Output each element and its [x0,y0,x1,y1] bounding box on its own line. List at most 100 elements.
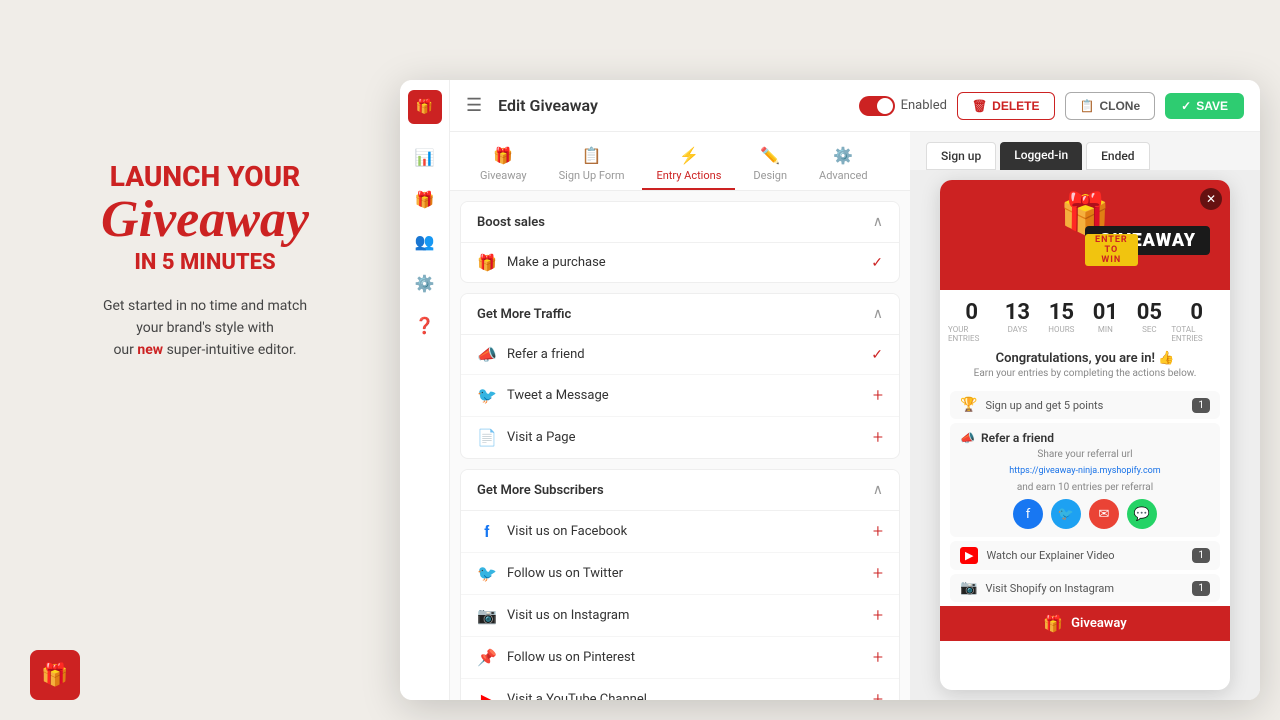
signup-tab-label: Sign up [941,149,981,163]
gift-icon: 🎁 [415,190,435,209]
sidebar-item-settings[interactable]: ⚙️ [408,266,442,300]
youtube-add-icon[interactable]: + [873,689,883,700]
sidebar-item-dashboard[interactable]: 📊 [408,140,442,174]
tweet-message-item[interactable]: 🐦 Tweet a Message + [461,375,899,417]
video-row[interactable]: ▶ Watch our Explainer Video 1 [950,541,1220,570]
tweet-label: Tweet a Message [507,388,863,403]
preview-tab-loggedin[interactable]: Logged-in [1000,142,1082,170]
more-traffic-title: Get More Traffic [477,307,571,322]
visit-instagram-item[interactable]: 📷 Visit us on Instagram + [461,595,899,637]
launch-title: Launch Your [50,160,360,194]
follow-pinterest-item[interactable]: 📌 Follow us on Pinterest + [461,637,899,679]
facebook-add-icon[interactable]: + [873,521,883,542]
refer-section: 📣 Refer a friend Share your referral url… [950,423,1220,537]
twitter-share-button[interactable]: 🐦 [1051,499,1081,529]
entry-tab-icon: ⚡ [679,146,699,165]
preview-tab-ended[interactable]: Ended [1086,142,1149,170]
whatsapp-share-button[interactable]: 💬 [1127,499,1157,529]
tab-entry-actions[interactable]: ⚡ Entry Actions [642,140,735,190]
sidebar-item-help[interactable]: ❓ [408,308,442,342]
toggle-label: Enabled [901,98,947,113]
countdown-sec: 05 SEC [1127,300,1171,343]
tab-advanced[interactable]: ⚙️ Advanced [805,140,881,190]
email-share-button[interactable]: ✉ [1089,499,1119,529]
make-purchase-item[interactable]: 🎁 Make a purchase ✓ [461,243,899,282]
more-subscribers-header[interactable]: Get More Subscribers ∧ [461,470,899,511]
sidebar-item-giveaways[interactable]: 🎁 [408,182,442,216]
tab-signup-label: Sign Up Form [559,169,625,182]
instagram-row[interactable]: 📷 Visit Shopify on Instagram 1 [950,574,1220,602]
more-subscribers-title: Get More Subscribers [477,483,604,498]
refer-icon: 📣 [477,345,497,364]
widget-footer[interactable]: 🎁 Giveaway [940,606,1230,641]
widget-close-button[interactable]: ✕ [1200,188,1222,210]
visit-page-add-icon[interactable]: + [873,427,883,448]
sidebar: 🎁 📊 🎁 👥 ⚙️ ❓ [400,80,450,700]
save-button[interactable]: ✓ SAVE [1165,93,1244,119]
tab-design[interactable]: ✏️ Design [739,140,801,190]
refer-desc: Share your referral url [960,449,1210,460]
preview-tab-signup[interactable]: Sign up [926,142,996,170]
users-icon: 👥 [415,232,435,251]
ended-tab-label: Ended [1101,149,1134,163]
giveaway-title: Giveaway [50,194,360,246]
refer-title-icon: 📣 [960,431,975,445]
body-area: 🎁 Giveaway 📋 Sign Up Form ⚡ Entry Action… [450,132,1260,700]
check-icon: ✓ [1181,99,1191,113]
dashboard-icon: 📊 [415,148,435,167]
twitter-icon: 🐦 [477,386,497,405]
tab-signup[interactable]: 📋 Sign Up Form [545,140,639,190]
left-panel: 🎁 Giveaway 📋 Sign Up Form ⚡ Entry Action… [450,132,910,700]
widget-card: ✕ 🎁 GIVEAWAY ENTER TO WIN [940,180,1230,690]
sidebar-item-users[interactable]: 👥 [408,224,442,258]
facebook-icon: 𝐟 [477,522,497,542]
footer-gift-icon: 🎁 [1043,614,1063,633]
signup-action-row[interactable]: 🏆 Sign up and get 5 points 1 [950,391,1220,419]
instagram-add-icon[interactable]: + [873,605,883,626]
preview-tabs: Sign up Logged-in Ended [910,132,1260,170]
page-icon: 📄 [477,428,497,447]
hamburger-icon: ☰ [466,95,482,116]
menu-button[interactable]: ☰ [466,95,482,116]
countdown-days: 13 DAYS [995,300,1039,343]
tab-advanced-label: Advanced [819,169,867,182]
youtube-play-icon: ▶ [960,547,978,564]
purchase-label: Make a purchase [507,255,861,270]
min-label: MIN [1098,325,1113,334]
visit-page-item[interactable]: 📄 Visit a Page + [461,417,899,458]
header: ☰ Edit Giveaway Enabled 🗑 DELETE 📋 CLONe… [450,80,1260,132]
visit-facebook-item[interactable]: 𝐟 Visit us on Facebook + [461,511,899,553]
refer-friend-item[interactable]: 📣 Refer a friend ✓ [461,335,899,375]
total-num: 0 [1190,300,1203,325]
facebook-share-button[interactable]: f [1013,499,1043,529]
congrats-text: Congratulations, you are in! 👍 [940,347,1230,368]
more-traffic-header[interactable]: Get More Traffic ∧ [461,294,899,335]
giveaway-tab-icon: 🎁 [493,146,513,165]
design-tab-icon: ✏️ [760,146,780,165]
delete-button[interactable]: 🗑 DELETE [957,92,1055,120]
countdown-total: 0 Total entries [1171,300,1222,343]
sec-label: SEC [1142,325,1157,334]
banner-enter-text: ENTER TO WIN [1085,234,1138,266]
trophy-icon: 🏆 [960,397,977,413]
visit-youtube-item[interactable]: ▶ Visit a YouTube Channel + [461,679,899,700]
traffic-chevron-icon: ∧ [873,306,883,322]
your-entries-num: 0 [965,300,978,325]
boost-chevron-icon: ∧ [873,214,883,230]
pinterest-add-icon[interactable]: + [873,647,883,668]
tab-giveaway[interactable]: 🎁 Giveaway [466,140,541,190]
copy-icon: 📋 [1080,99,1095,113]
pinterest-icon: 📌 [477,648,497,667]
tabs-bar: 🎁 Giveaway 📋 Sign Up Form ⚡ Entry Action… [450,132,910,191]
tweet-add-icon[interactable]: + [873,385,883,406]
instagram-label: Visit Shopify on Instagram [985,582,1184,595]
facebook-label: Visit us on Facebook [507,524,863,539]
clone-button[interactable]: 📋 CLONe [1065,92,1156,120]
enabled-toggle-wrapper: Enabled [859,96,947,116]
boost-sales-header[interactable]: Boost sales ∧ [461,202,899,243]
marketing-desc: Get started in no time and match your br… [50,295,360,362]
enabled-toggle[interactable] [859,96,895,116]
follow-twitter-item[interactable]: 🐦 Follow us on Twitter + [461,553,899,595]
more-subscribers-section: Get More Subscribers ∧ 𝐟 Visit us on Fac… [460,469,900,700]
twitter-add-icon[interactable]: + [873,563,883,584]
